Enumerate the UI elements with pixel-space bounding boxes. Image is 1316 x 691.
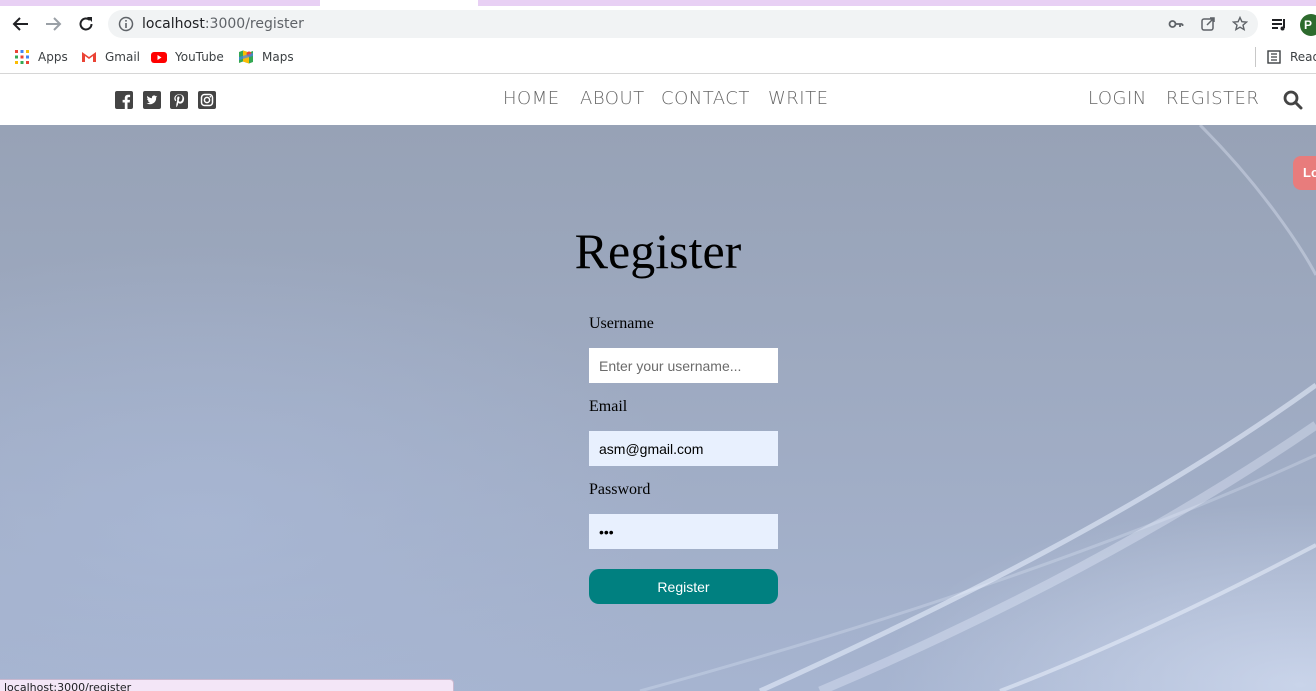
star-icon[interactable] [1232, 16, 1248, 32]
nav-write[interactable]: WRITE [768, 88, 828, 109]
page-background [0, 125, 1316, 691]
register-button[interactable]: Register [589, 569, 778, 604]
info-icon[interactable] [118, 16, 134, 32]
media-queue-icon[interactable] [1270, 16, 1288, 34]
bookmark-label: YouTube [175, 50, 224, 64]
back-button[interactable] [8, 11, 34, 37]
youtube-icon [151, 52, 167, 63]
url-text[interactable]: localhost:3000/register [142, 16, 304, 32]
bookmark-apps[interactable]: Apps [14, 49, 68, 65]
instagram-icon[interactable] [198, 91, 216, 109]
page-title: Register [574, 223, 742, 279]
reading-list-icon [1267, 50, 1281, 64]
pinterest-icon[interactable] [170, 91, 188, 109]
username-label: Username [589, 315, 654, 332]
arrow-left-icon [12, 17, 28, 31]
site-header: HOME ABOUT CONTACT WRITE LOGIN REGISTER [0, 75, 1316, 125]
bookmarks-bar: Apps Gmail YouTube Maps Read [0, 42, 1316, 74]
bookmark-label: Maps [262, 50, 294, 64]
twitter-icon[interactable] [143, 91, 161, 109]
maps-icon [239, 50, 253, 64]
reading-list-label: Read [1290, 50, 1316, 64]
reload-button[interactable] [73, 11, 99, 37]
password-label: Password [589, 481, 651, 498]
key-icon[interactable] [1168, 16, 1184, 32]
nav-home[interactable]: HOME [503, 88, 560, 109]
profile-avatar[interactable]: P [1300, 14, 1316, 36]
password-input[interactable] [589, 514, 778, 549]
arrow-right-icon [46, 17, 62, 31]
bookmark-label: Apps [38, 50, 68, 64]
nav-register[interactable]: REGISTER [1166, 88, 1259, 109]
bookmark-gmail[interactable]: Gmail [81, 49, 140, 65]
nav-login[interactable]: LOGIN [1088, 88, 1147, 109]
bookmark-maps[interactable]: Maps [238, 49, 294, 65]
email-label: Email [589, 398, 628, 415]
share-icon[interactable] [1200, 16, 1216, 32]
background-light-streaks [639, 125, 1316, 691]
bookmarks-divider [1255, 47, 1256, 67]
gmail-icon [82, 52, 96, 62]
nav-about[interactable]: ABOUT [580, 88, 645, 109]
status-bar-url: localhost:3000/register [0, 679, 454, 691]
url-path: :3000/register [204, 16, 304, 32]
facebook-icon[interactable] [115, 91, 133, 109]
bookmark-youtube[interactable]: YouTube [151, 49, 224, 65]
browser-toolbar: localhost:3000/register P [0, 6, 1316, 42]
forward-button[interactable] [40, 11, 66, 37]
url-host: localhost [142, 16, 205, 32]
bookmark-label: Gmail [105, 50, 141, 64]
reload-icon [79, 17, 93, 31]
username-input[interactable] [589, 348, 778, 383]
side-login-tab[interactable]: Lo [1293, 156, 1316, 190]
page-title-wrap: Register [0, 222, 1316, 280]
apps-grid-icon [15, 50, 29, 64]
address-bar[interactable]: localhost:3000/register [108, 10, 1258, 38]
email-input[interactable] [589, 431, 778, 466]
reading-list[interactable]: Read [1266, 49, 1316, 65]
nav-contact[interactable]: CONTACT [661, 88, 750, 109]
search-icon[interactable] [1283, 90, 1303, 110]
